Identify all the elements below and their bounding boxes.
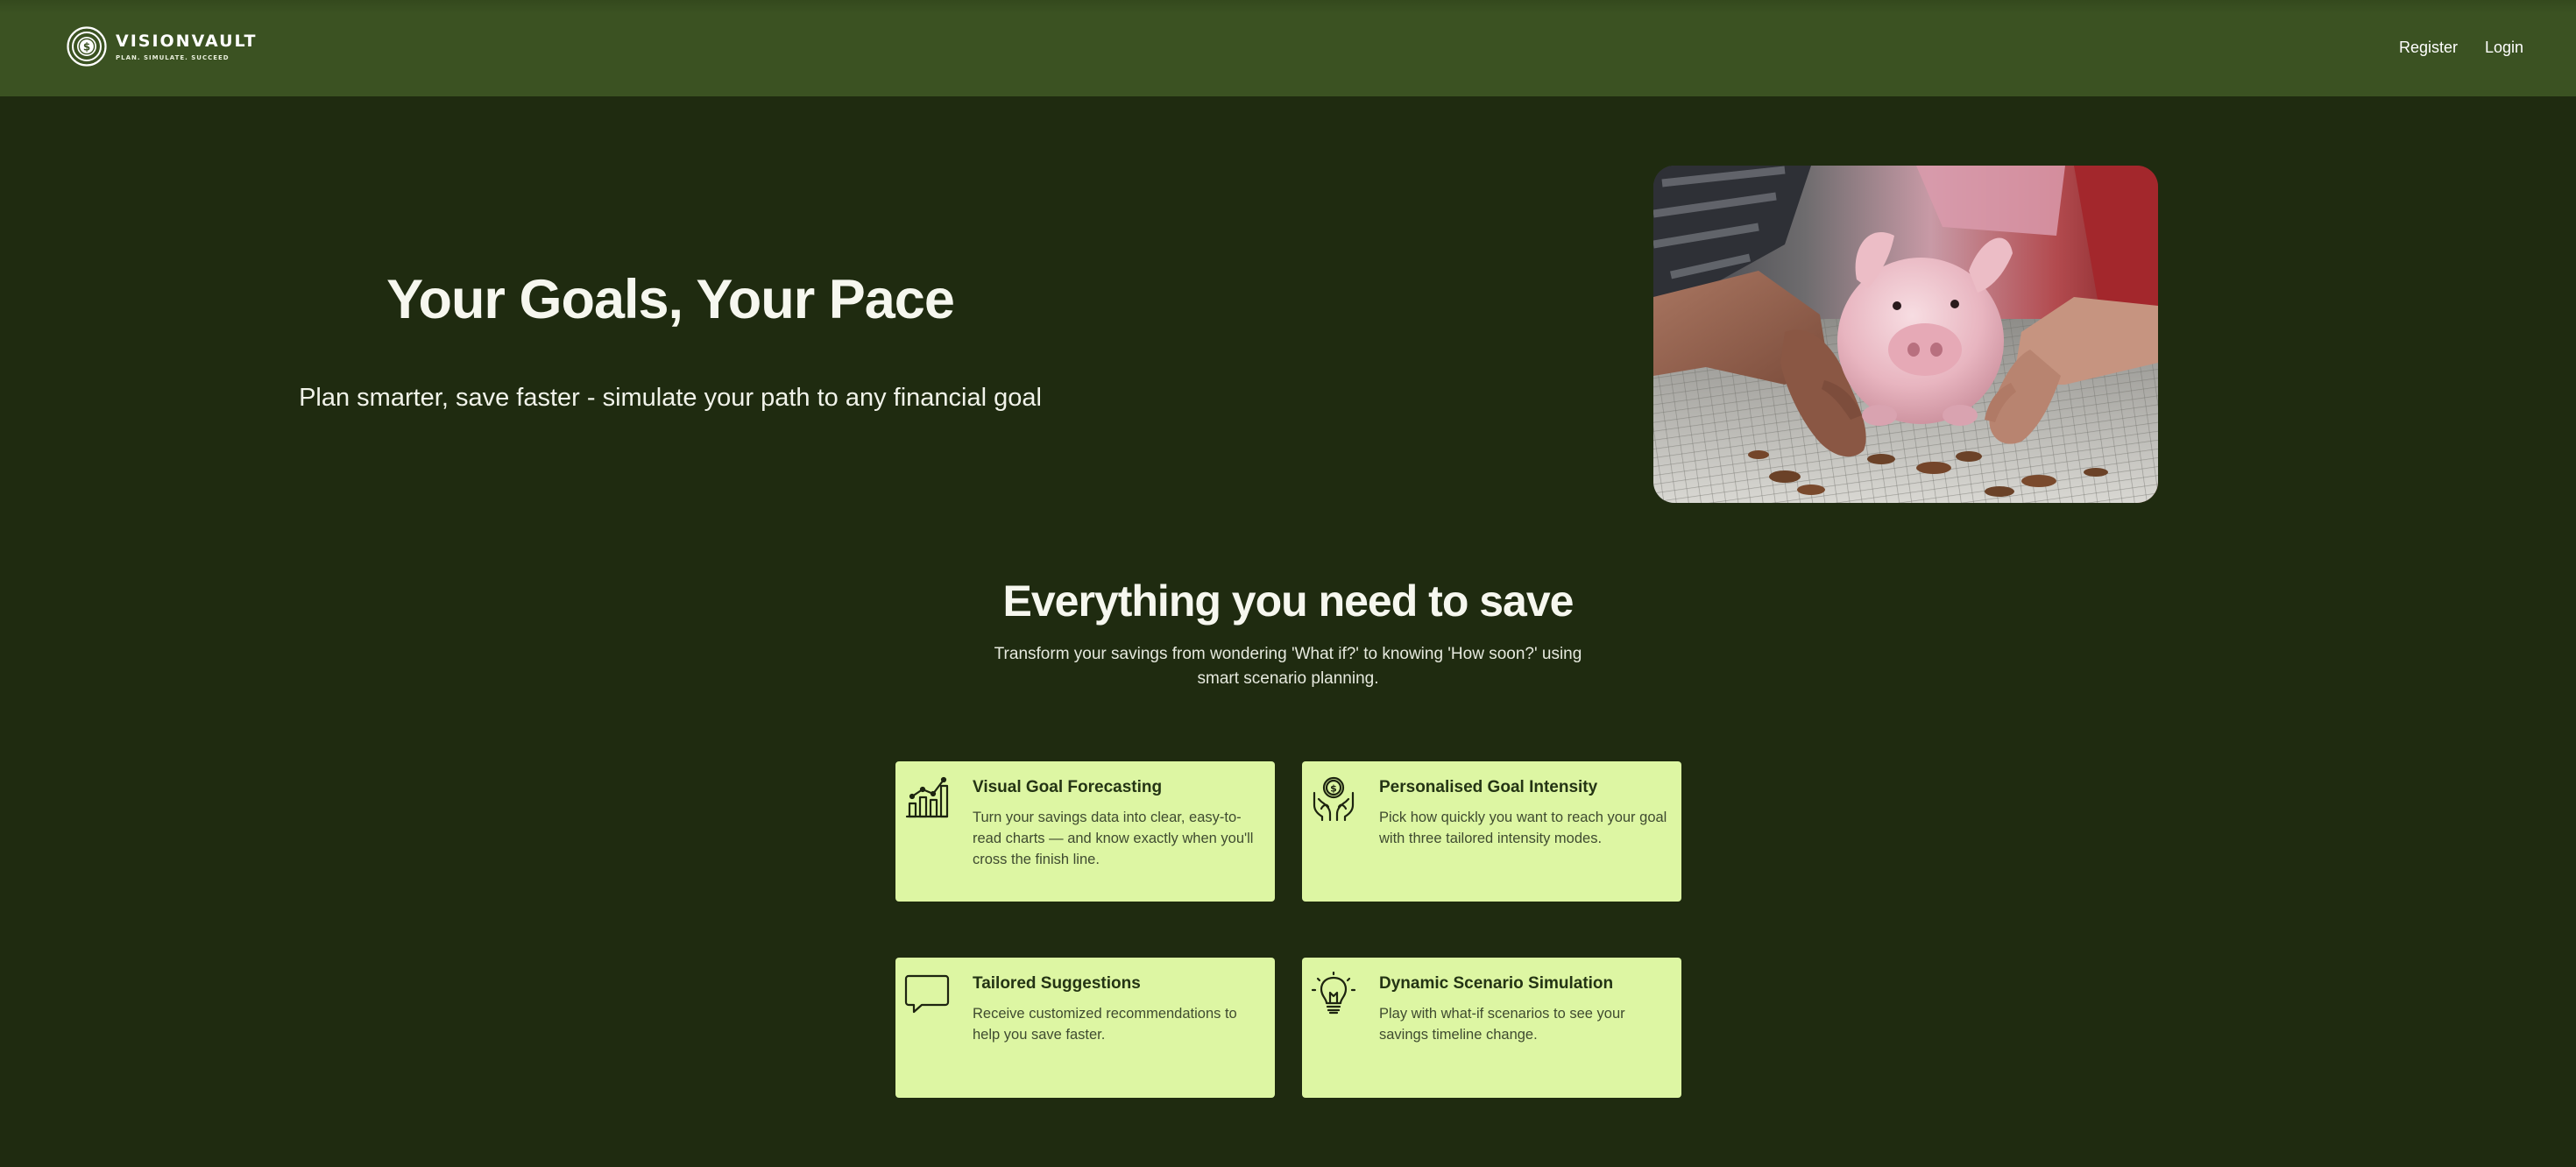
- brand-text: VISIONVAULT PLAN. SIMULATE. SUCCEED: [116, 32, 257, 62]
- top-navbar: $ VISIONVAULT PLAN. SIMULATE. SUCCEED Re…: [0, 0, 2576, 96]
- hero-subtitle: Plan smarter, save faster - simulate you…: [299, 384, 1042, 412]
- feature-card-tailored-suggestions: Tailored Suggestions Receive customized …: [895, 958, 1275, 1098]
- speech-bubble-icon: [904, 972, 950, 1017]
- feature-card-dynamic-scenario-simulation: Dynamic Scenario Simulation Play with wh…: [1302, 958, 1681, 1098]
- brand-logo[interactable]: $ VISIONVAULT PLAN. SIMULATE. SUCCEED: [67, 26, 257, 67]
- brand-tagline: PLAN. SIMULATE. SUCCEED: [116, 53, 230, 61]
- svg-text:$: $: [1330, 783, 1337, 795]
- card-title: Tailored Suggestions: [973, 974, 1141, 993]
- hero-title: Your Goals, Your Pace: [386, 269, 955, 330]
- card-text: Receive customized recommendations to he…: [973, 1006, 1237, 1043]
- brand-name: VISIONVAULT: [116, 31, 258, 51]
- register-link[interactable]: Register: [2399, 37, 2458, 58]
- card-title: Personalised Goal Intensity: [1379, 778, 1598, 796]
- lightbulb-icon: [1311, 972, 1356, 1017]
- feature-card-personalised-goal-intensity: $ Personalised Goal Intensity Pick how q…: [1302, 761, 1681, 902]
- piggy-bank-photo: [1653, 166, 2158, 503]
- card-title: Visual Goal Forecasting: [973, 778, 1163, 796]
- features-title: Everything you need to save: [1002, 576, 1575, 626]
- card-title: Dynamic Scenario Simulation: [1379, 974, 1614, 993]
- feature-card-visual-goal-forecasting: Visual Goal Forecasting Turn your saving…: [895, 761, 1275, 902]
- features-description: Transform your savings from wondering 'W…: [994, 645, 1582, 688]
- card-text: Play with what-if scenarios to see your …: [1379, 1006, 1625, 1043]
- growth-chart-icon: [904, 775, 950, 821]
- hero-image: [1653, 166, 2158, 503]
- svg-text:$: $: [83, 41, 90, 53]
- card-text: Turn your savings data into clear, easy-…: [973, 810, 1254, 867]
- dollar-coin-icon: $: [67, 26, 107, 67]
- hands-coin-icon: $: [1311, 775, 1356, 821]
- card-text: Pick how quickly you want to reach your …: [1379, 810, 1667, 846]
- login-link[interactable]: Login: [2485, 37, 2523, 58]
